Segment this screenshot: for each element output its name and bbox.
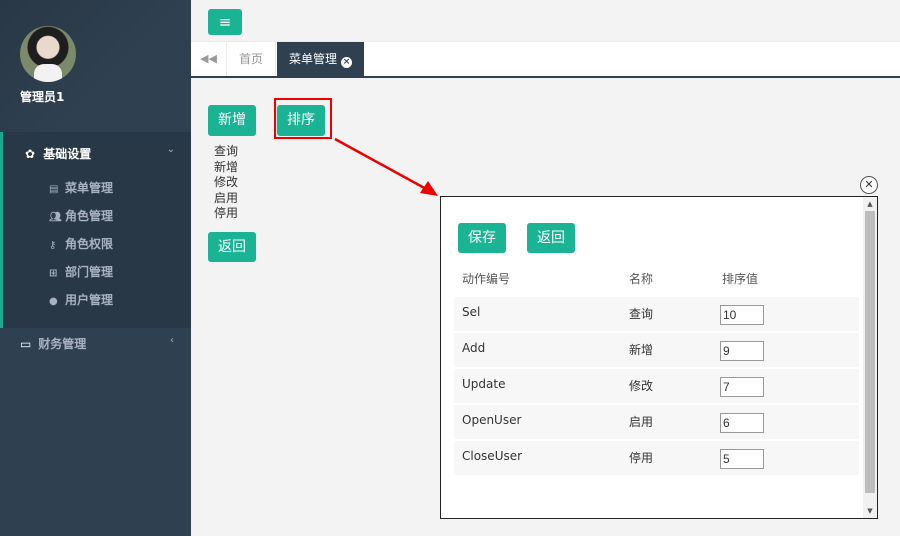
order-input[interactable] [720,341,764,361]
action-name-cell: 新增 [629,343,654,357]
scroll-thumb[interactable] [865,211,875,493]
table-row: Update 修改 [454,368,859,403]
sort-dialog: 保存 返回 动作编号 名称 排序值 Sel 查询 Add 新增 Update 修… [440,196,878,519]
action-name-cell: 查询 [629,307,654,321]
close-icon: ✕ [864,178,874,191]
dialog-back-button[interactable]: 返回 [527,223,575,253]
order-input[interactable] [720,377,764,397]
column-header: 名称 [629,272,654,286]
dialog-scrollbar[interactable]: ▲ ▼ [863,197,877,518]
table-row: Sel 查询 [454,296,859,331]
column-header: 动作编号 [462,272,511,286]
action-name-cell: 启用 [629,415,654,429]
action-name-cell: 停用 [629,451,654,465]
action-code-cell: Update [462,377,506,391]
modal-close-button[interactable]: ✕ [860,176,878,194]
action-code-cell: Sel [462,305,481,319]
scroll-up-arrow-icon[interactable]: ▲ [863,198,877,210]
order-input[interactable] [720,413,764,433]
order-input[interactable] [720,449,764,469]
order-input[interactable] [720,305,764,325]
action-code-cell: OpenUser [462,413,522,427]
action-name-cell: 修改 [629,379,654,393]
table-row: CloseUser 停用 [454,440,859,475]
action-code-cell: Add [462,341,486,355]
scroll-down-arrow-icon[interactable]: ▼ [863,505,877,517]
table-row: Add 新增 [454,332,859,367]
save-button[interactable]: 保存 [458,223,506,253]
action-code-cell: CloseUser [462,449,523,463]
column-header: 排序值 [722,272,759,286]
table-row: OpenUser 启用 [454,404,859,439]
